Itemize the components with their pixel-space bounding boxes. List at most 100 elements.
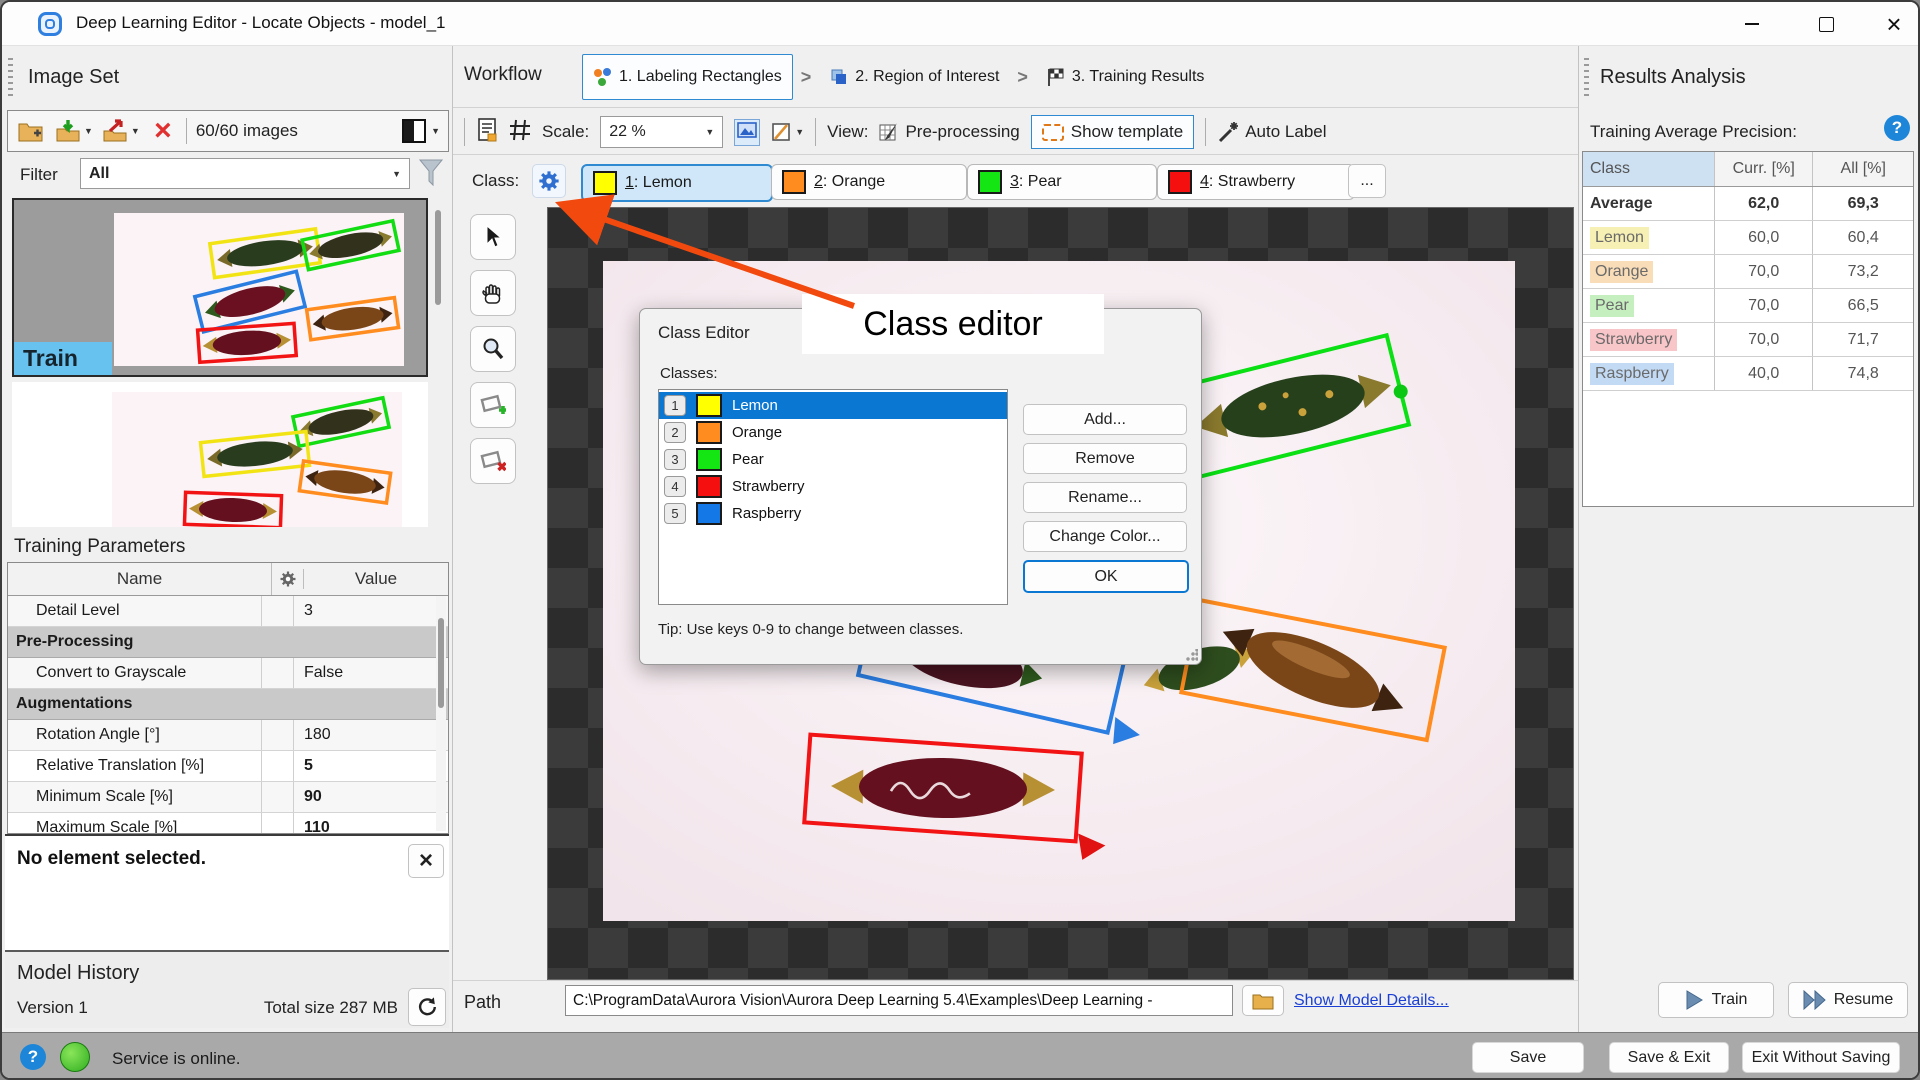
param-row[interactable]: Rotation Angle [°]180 — [8, 720, 448, 751]
pan-tool-button[interactable] — [470, 270, 516, 316]
path-input[interactable] — [565, 985, 1233, 1016]
scale-label: Scale: — [542, 122, 589, 142]
tab-training-results[interactable]: 3. Training Results — [1036, 55, 1215, 99]
remove-rectangle-icon — [480, 448, 506, 474]
class-name: Orange — [732, 424, 782, 441]
show-model-details-link[interactable]: Show Model Details... — [1294, 992, 1449, 1010]
thumbnail-train-selected[interactable]: Train — [12, 198, 428, 377]
clear-selection-button[interactable]: × — [408, 844, 444, 878]
col-class[interactable]: Class — [1583, 152, 1714, 186]
class-list-item-raspberry[interactable]: 5 Raspberry — [659, 500, 1007, 527]
param-row[interactable]: Detail Level3 — [8, 596, 448, 627]
class-color-swatch — [696, 421, 722, 444]
param-settings-button[interactable] — [271, 563, 303, 595]
param-col-value: Value — [303, 569, 448, 589]
train-button[interactable]: Train — [1658, 982, 1774, 1018]
tab-labeling-rectangles[interactable]: 1. Labeling Rectangles — [582, 54, 793, 100]
delete-images-button[interactable]: × — [149, 118, 177, 144]
right-panel-drag-handle[interactable] — [1584, 58, 1589, 100]
results-flag-icon — [1046, 67, 1065, 87]
class-bar-label: Class: — [472, 171, 519, 191]
thumbnail-image — [112, 392, 402, 527]
thumbnail-2[interactable] — [12, 382, 428, 527]
param-row[interactable]: Maximum Scale [%]110 — [8, 813, 448, 834]
add-rectangle-tool-button[interactable] — [470, 382, 516, 428]
hide-preview-caret-icon: ▼ — [795, 127, 804, 137]
save-and-exit-button[interactable]: Save & Exit — [1609, 1042, 1729, 1073]
close-button[interactable]: × — [1866, 2, 1920, 46]
add-folder-button[interactable] — [16, 117, 46, 145]
minimize-button[interactable] — [1724, 2, 1780, 46]
class-key-badge: 2 — [664, 422, 686, 443]
zoom-tool-button[interactable] — [470, 326, 516, 372]
fit-view-button[interactable] — [734, 119, 760, 146]
browse-folder-button[interactable] — [1242, 985, 1284, 1016]
filter-select[interactable]: All ▼ — [80, 158, 410, 189]
ok-button[interactable]: OK — [1023, 560, 1189, 593]
param-row[interactable]: Minimum Scale [%]90 — [8, 782, 448, 813]
labeling-tab-icon — [593, 68, 612, 87]
display-mode-button[interactable] — [402, 119, 426, 143]
class-key-badge: 5 — [664, 503, 686, 524]
left-panel-drag-handle[interactable] — [8, 58, 13, 100]
resume-button[interactable]: Resume — [1788, 982, 1908, 1018]
selection-info-panel: No element selected. × — [5, 834, 449, 950]
remove-class-button[interactable]: Remove — [1023, 443, 1187, 474]
add-class-button[interactable]: Add... — [1023, 404, 1187, 435]
select-tool-button[interactable] — [470, 214, 516, 260]
class-list: 1 Lemon 2 Orange 3 Pear 4 Strawberry 5 — [658, 389, 1008, 605]
document-icon — [476, 117, 498, 143]
class-list-item-strawberry[interactable]: 4 Strawberry — [659, 473, 1007, 500]
notes-button[interactable] — [476, 117, 498, 148]
change-color-button[interactable]: Change Color... — [1023, 521, 1187, 552]
save-button[interactable]: Save — [1472, 1042, 1584, 1073]
exit-without-saving-button[interactable]: Exit Without Saving — [1742, 1042, 1900, 1073]
folder-icon — [1252, 992, 1274, 1010]
maximize-button[interactable] — [1798, 2, 1854, 46]
fit-view-icon — [737, 122, 757, 138]
param-row[interactable]: Convert to GrayscaleFalse — [8, 658, 448, 689]
show-template-toggle[interactable]: Show template — [1031, 115, 1194, 149]
chevron-icon: > — [801, 67, 812, 88]
class-list-item-orange[interactable]: 2 Orange — [659, 419, 1007, 446]
remove-rectangle-tool-button[interactable] — [470, 438, 516, 484]
class-list-item-lemon[interactable]: 1 Lemon — [659, 392, 1007, 419]
param-row[interactable]: Relative Translation [%]5 — [8, 751, 448, 782]
tab-region-of-interest[interactable]: 2. Region of Interest — [819, 55, 1009, 99]
view-toolbar: Scale: 22 % ▼ ▼ View: Pre-processing Sho… — [464, 110, 1578, 154]
chevron-icon: > — [1017, 67, 1028, 88]
hide-preview-button[interactable]: ▼ — [771, 122, 804, 142]
precision-row-average: Average 62,0 69,3 — [1583, 187, 1913, 221]
import-images-button[interactable]: ▼ — [55, 119, 93, 143]
class-color-swatch — [696, 475, 722, 498]
preprocessing-toggle[interactable]: Pre-processing — [879, 122, 1019, 142]
col-all[interactable]: All [%] — [1812, 152, 1913, 186]
refresh-history-button[interactable] — [408, 988, 446, 1026]
model-history-panel: Model History Version 1 Total size 287 M… — [5, 950, 449, 1028]
more-classes-button[interactable]: ... — [1348, 164, 1386, 198]
precision-help-icon[interactable]: ? — [1884, 115, 1910, 141]
rename-class-button[interactable]: Rename... — [1023, 482, 1187, 513]
resize-grip[interactable] — [1186, 649, 1198, 661]
training-parameters-title: Training Parameters — [14, 536, 185, 558]
params-scrollbar[interactable] — [436, 596, 446, 831]
class-chip-strawberry[interactable]: 4: Strawberry — [1157, 164, 1355, 198]
play-icon — [1685, 990, 1703, 1010]
thumbnails-scrollbar[interactable] — [433, 198, 443, 527]
class-chip-pear[interactable]: 3: Pear — [967, 164, 1157, 198]
crop-grid-button[interactable] — [509, 119, 531, 146]
export-images-icon — [102, 119, 128, 143]
scale-select[interactable]: 22 % ▼ — [600, 116, 723, 148]
status-help-icon[interactable]: ? — [20, 1044, 46, 1070]
crop-grid-icon — [509, 119, 531, 141]
minimize-icon — [1745, 23, 1759, 25]
param-col-name: Name — [8, 569, 271, 589]
model-version: Version 1 — [17, 998, 88, 1018]
image-set-toolbar: ▼ ▼ × 60/60 images ▼ — [7, 110, 449, 152]
auto-label-button[interactable]: Auto Label — [1217, 121, 1326, 143]
export-images-button[interactable]: ▼ — [102, 119, 140, 143]
param-section: Pre-Processing — [8, 627, 448, 658]
col-curr[interactable]: Curr. [%] — [1714, 152, 1813, 186]
class-list-item-pear[interactable]: 3 Pear — [659, 446, 1007, 473]
workflow-tabs: 1. Labeling Rectangles > 2. Region of In… — [582, 54, 1214, 100]
